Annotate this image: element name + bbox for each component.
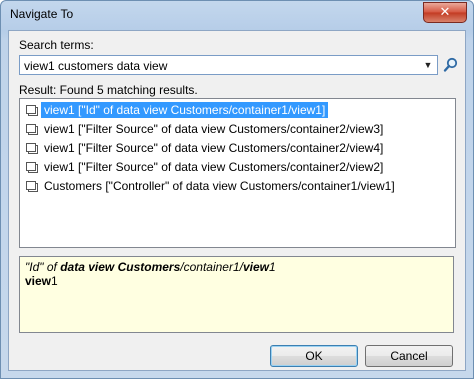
list-item[interactable]: view1 ["Filter Source" of data view Cust…	[20, 158, 386, 176]
ok-button[interactable]: OK	[270, 345, 358, 367]
close-icon: ✕	[439, 5, 451, 20]
details-line-2: view1	[25, 274, 448, 288]
list-item[interactable]: view1 ["Filter Source" of data view Cust…	[20, 139, 386, 157]
cancel-button[interactable]: Cancel	[365, 345, 453, 367]
details-text: 1	[269, 260, 276, 274]
navigate-to-dialog: Navigate To ✕ Search terms: ▼ Result: Fo…	[0, 0, 474, 379]
list-item-label: view1 ["Filter Source" of data view Cust…	[44, 122, 384, 136]
details-text: of	[43, 260, 61, 274]
field-icon	[26, 180, 38, 192]
dialog-body: Search terms: ▼ Result: Found 5 matching…	[8, 30, 466, 371]
list-item-label: view1 ["Id" of data view Customers/conta…	[39, 101, 330, 119]
details-text: /container1/	[180, 260, 243, 274]
close-button[interactable]: ✕	[423, 2, 467, 23]
list-item[interactable]: Customers ["Controller" of data view Cus…	[20, 177, 398, 195]
details-line-1: "Id" of data view Customers/container1/v…	[25, 260, 448, 274]
field-icon	[26, 123, 38, 135]
details-text: 1	[51, 274, 58, 288]
details-text: "Id"	[25, 260, 44, 274]
search-button[interactable]	[442, 56, 460, 74]
list-item[interactable]: view1 ["Filter Source" of data view Cust…	[20, 120, 386, 138]
field-icon	[26, 142, 38, 154]
list-item[interactable]: view1 ["Id" of data view Customers/conta…	[20, 101, 330, 119]
search-input[interactable]	[20, 56, 423, 76]
field-icon	[26, 104, 38, 116]
details-text: view	[25, 274, 52, 288]
chevron-down-icon[interactable]: ▼	[422, 59, 434, 71]
title-bar[interactable]: Navigate To ✕	[1, 1, 473, 29]
list-item-label: view1 ["Filter Source" of data view Cust…	[44, 160, 384, 174]
field-icon	[26, 161, 38, 173]
details-panel: "Id" of data view Customers/container1/v…	[19, 256, 454, 333]
details-text: view	[242, 260, 269, 274]
search-terms-label: Search terms:	[19, 38, 94, 52]
search-icon	[443, 57, 458, 72]
window-title: Navigate To	[10, 7, 74, 21]
results-list[interactable]: view1 ["Id" of data view Customers/conta…	[19, 98, 456, 248]
search-combobox[interactable]: ▼	[19, 55, 438, 76]
details-text: data view Customers	[60, 260, 181, 274]
result-count-label: Result: Found 5 matching results.	[19, 83, 198, 97]
list-item-label: view1 ["Filter Source" of data view Cust…	[44, 141, 384, 155]
list-item-label: Customers ["Controller" of data view Cus…	[44, 179, 395, 193]
